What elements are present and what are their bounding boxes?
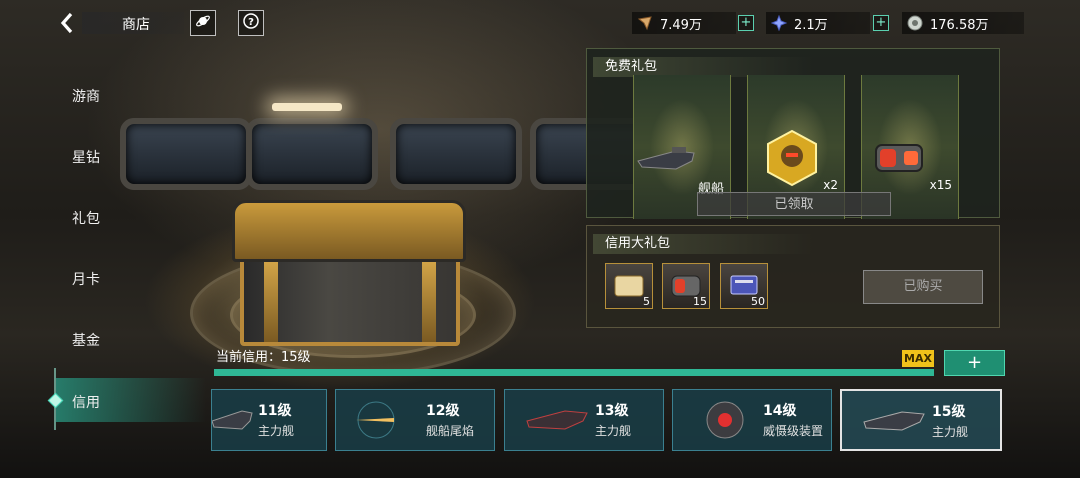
pack-item-material[interactable]: 5 (605, 263, 653, 309)
warship-icon (637, 147, 695, 170)
hexagon-badge-icon (767, 129, 817, 187)
credit-coin-icon (906, 14, 924, 32)
deterrence-device-icon (706, 401, 744, 439)
credit-pack-title: 信用大礼包 (593, 234, 813, 254)
pack-item-card[interactable]: 50 (720, 263, 768, 309)
resource-value: 176.58万 (930, 17, 989, 33)
hangar-window (246, 118, 378, 190)
reward-level: 15级 (932, 404, 966, 420)
sidebar-item-stardiamond[interactable]: 星钻 (72, 147, 100, 167)
page-title: 商店 (122, 17, 150, 33)
help-button[interactable]: ? (238, 10, 264, 36)
gold-material-icon (614, 275, 644, 297)
reward-level: 11级 (258, 403, 292, 419)
pack-item-module[interactable]: 15 (662, 263, 710, 309)
resource-diamond: 2.1万 (766, 12, 870, 34)
sidebar-item-fund[interactable]: 基金 (72, 330, 100, 350)
pack-item-qty: 50 (751, 295, 765, 308)
fuel-crystal-icon (636, 14, 654, 32)
back-arrow-icon[interactable] (58, 11, 78, 35)
svg-text:?: ? (248, 17, 254, 28)
hangar-window (120, 118, 252, 190)
planet-icon (195, 13, 211, 33)
sidebar-item-gift[interactable]: 礼包 (72, 208, 100, 228)
credit-level-label: 当前信用：15级 (216, 350, 311, 365)
treasure-chest[interactable] (232, 200, 466, 346)
reward-card-lv13[interactable]: 13级 主力舰 (504, 389, 664, 451)
resource-credit: 176.58万 (902, 12, 1024, 34)
reward-name: 舰船尾焰 (426, 424, 475, 438)
reward-name: 威慑级装置 (763, 424, 824, 438)
hangar-window (390, 118, 522, 190)
warship-icon (526, 410, 588, 430)
gift-qty: x2 (823, 178, 838, 192)
resource-fuel: 7.49万 (632, 12, 736, 34)
claimed-button[interactable]: 已领取 (697, 192, 891, 216)
reward-name: 主力舰 (258, 424, 295, 438)
reward-name: 主力舰 (932, 425, 969, 439)
credit-upgrade-button[interactable]: + (944, 350, 1005, 376)
max-badge: MAX (902, 350, 934, 367)
sidebar-item-credit[interactable]: 信用 (72, 392, 100, 412)
resource-value: 7.49万 (660, 17, 702, 33)
purchased-button[interactable]: 已购买 (863, 270, 983, 304)
sidebar-item-merchant[interactable]: 游商 (72, 86, 100, 106)
free-gift-panel: 免费礼包 舰船 x2 x15 已领取 (586, 48, 1000, 219)
chest-body (240, 252, 460, 346)
question-icon: ? (243, 13, 259, 33)
red-module-icon (875, 144, 923, 172)
reward-card-lv15[interactable]: 15级 主力舰 (840, 389, 1002, 451)
add-fuel-button[interactable]: + (738, 15, 754, 31)
credit-progress-bar (214, 369, 934, 376)
credit-pack-panel: 信用大礼包 5 15 50 已购买 (586, 225, 1000, 328)
warship-icon (863, 411, 925, 431)
sidebar-item-monthcard[interactable]: 月卡 (72, 269, 100, 289)
add-diamond-button[interactable]: + (873, 15, 889, 31)
pack-item-qty: 5 (643, 295, 650, 308)
reward-level: 12级 (426, 403, 460, 419)
resource-value: 2.1万 (794, 17, 828, 33)
star-diamond-icon (770, 14, 788, 32)
reward-level: 13级 (595, 403, 629, 419)
free-gift-title: 免费礼包 (593, 57, 813, 77)
ceiling-light (272, 103, 342, 111)
reward-name: 主力舰 (595, 424, 632, 438)
reward-level: 14级 (763, 403, 797, 419)
reward-card-lv14[interactable]: 14级 威慑级装置 (672, 389, 832, 451)
gift-qty: x15 (929, 178, 952, 192)
reward-card-lv11[interactable]: 11级 主力舰 (211, 389, 327, 451)
top-bar: 商店 ? 7.49万 + 2.1万 + 176.58万 (0, 0, 1080, 44)
pack-item-qty: 15 (693, 295, 707, 308)
chest-lid (232, 200, 466, 262)
planet-button[interactable] (190, 10, 216, 36)
thruster-flame-icon (356, 401, 395, 439)
reward-card-lv12[interactable]: 12级 舰船尾焰 (335, 389, 495, 451)
credit-progress-fill (214, 369, 934, 376)
